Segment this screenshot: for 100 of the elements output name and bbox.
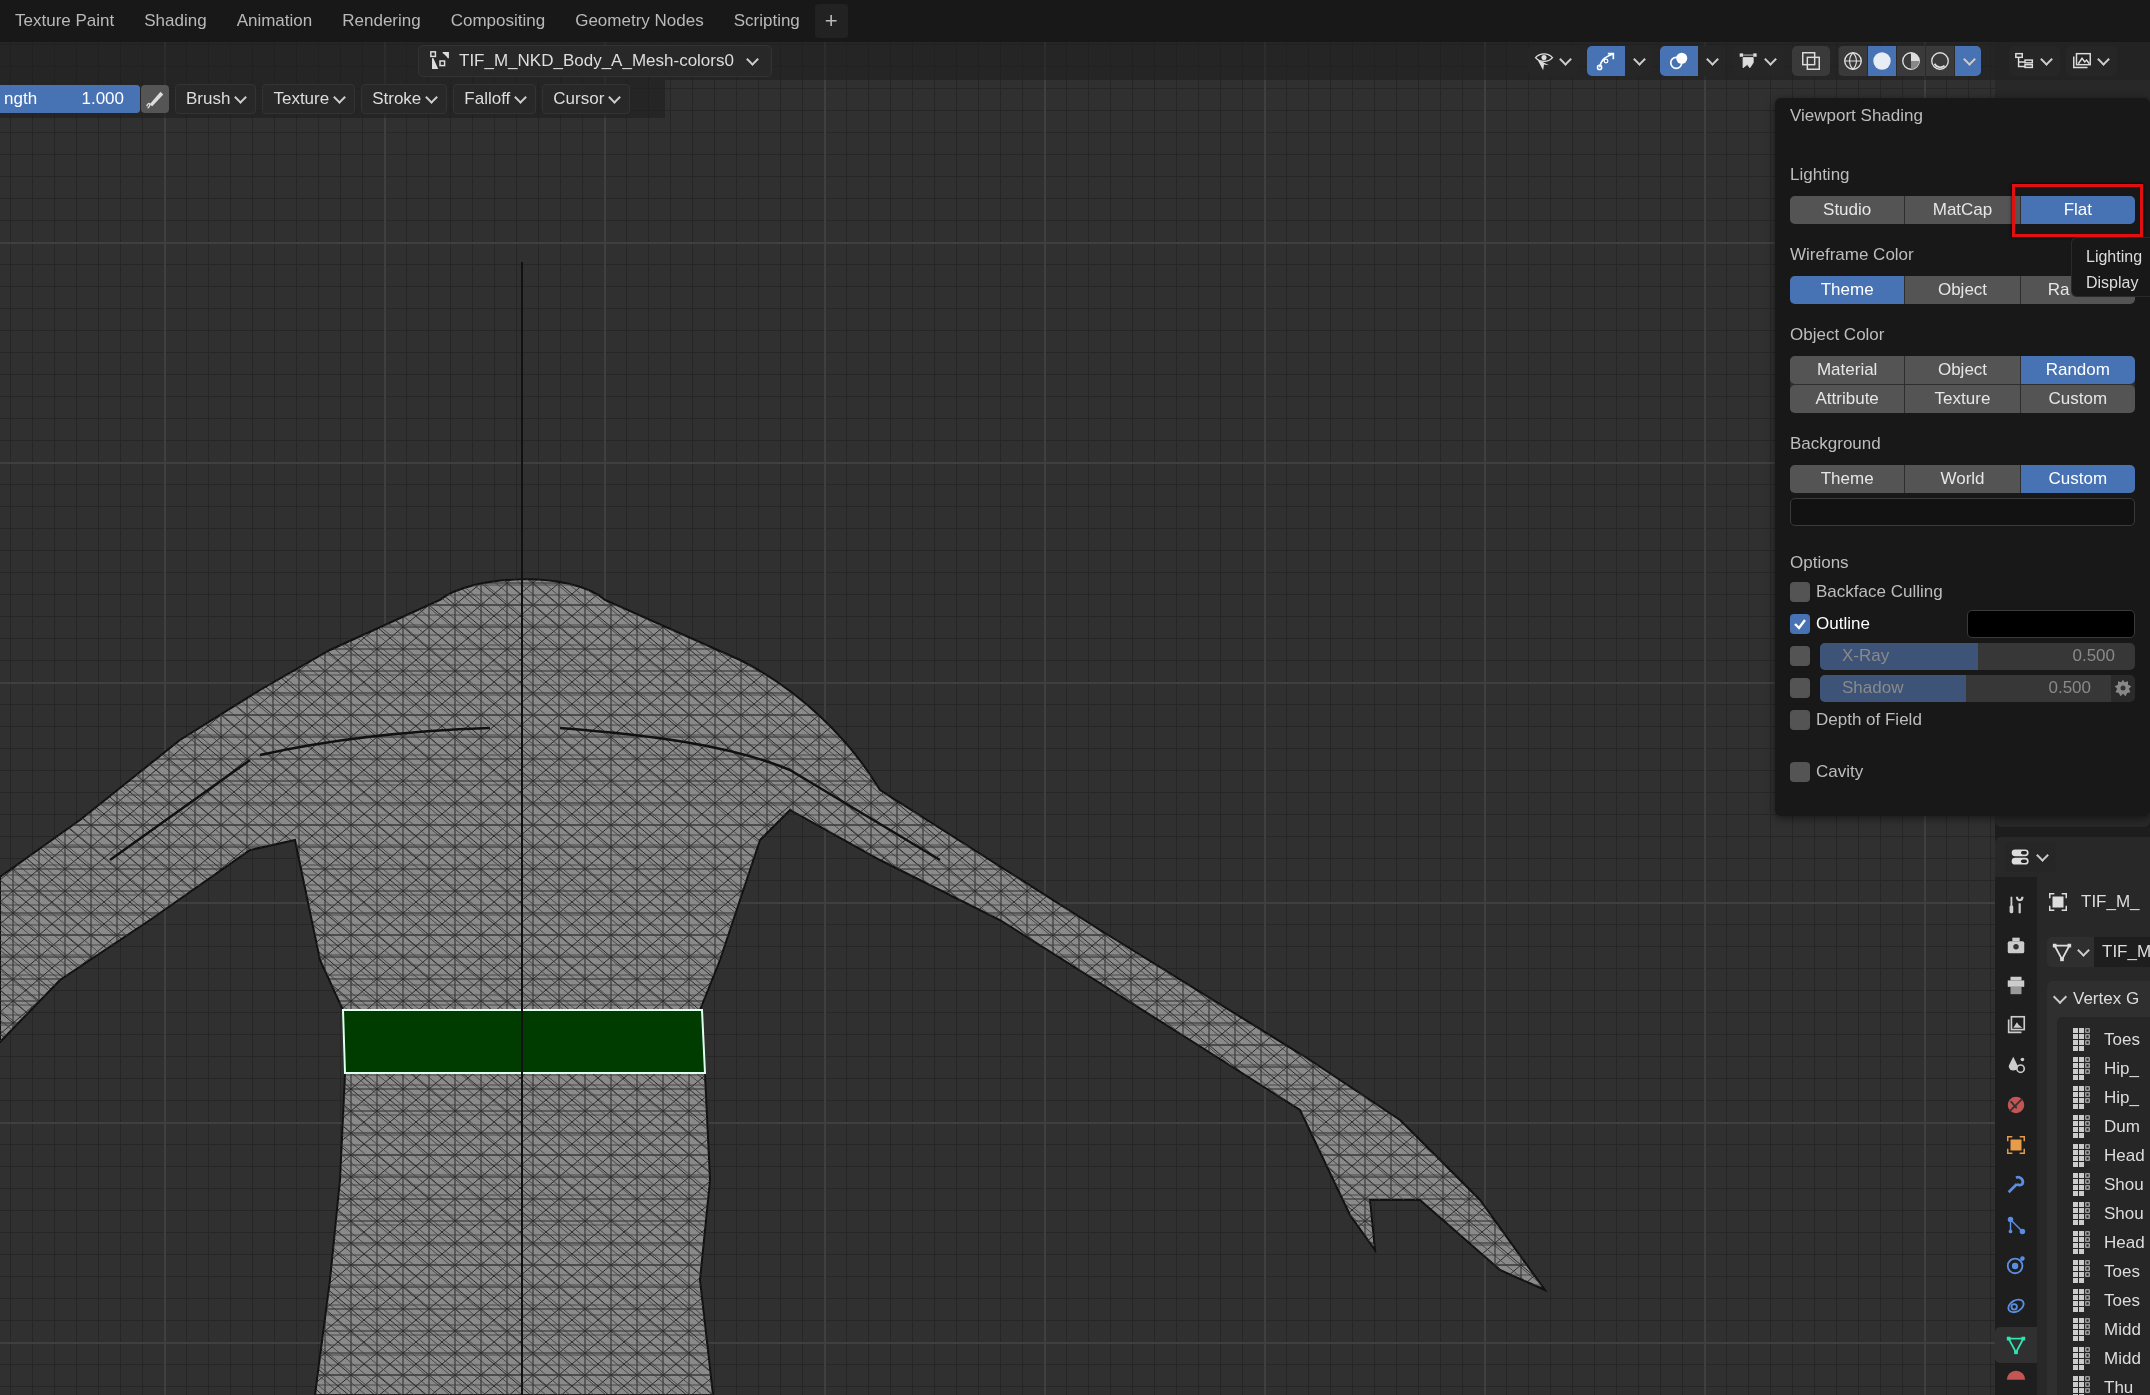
mesh-selector[interactable]: TIF_M_NKD_Body_A_Mesh-colors0 xyxy=(418,45,772,77)
vertex-group-icon xyxy=(2073,1144,2090,1167)
list-item[interactable]: Shou xyxy=(2057,1170,2150,1199)
vertex-group-icon xyxy=(2073,1202,2090,1225)
list-item[interactable]: Shou xyxy=(2057,1199,2150,1228)
color-swatch[interactable] xyxy=(1967,610,2135,638)
option-button[interactable]: Flat xyxy=(2020,196,2135,224)
workspace-tab[interactable]: Shading xyxy=(129,3,222,39)
menu-dropdown[interactable]: Stroke xyxy=(361,84,448,114)
option-button[interactable]: World xyxy=(1905,465,2020,493)
slider-value: 1.000 xyxy=(80,89,125,109)
section-label: Background xyxy=(1790,433,1881,455)
tool-icon xyxy=(2009,895,2024,915)
checkbox[interactable] xyxy=(1790,646,1810,666)
mesh-data-icon xyxy=(430,51,449,69)
list-item[interactable]: Hip_ xyxy=(2057,1054,2150,1083)
mesh-edit-icon xyxy=(1739,53,1757,69)
half-sphere-icon xyxy=(1902,52,1920,70)
curve-arrow-icon xyxy=(1596,52,1615,71)
triangle-vertices-icon xyxy=(2052,943,2072,962)
link-icon xyxy=(2007,1298,2025,1314)
option-button[interactable]: Object xyxy=(1905,276,2020,304)
workspace-tab[interactable]: Geometry Nodes xyxy=(560,3,719,39)
slider-label: X-Ray xyxy=(1841,646,1891,666)
add-workspace-button[interactable]: + xyxy=(814,4,848,38)
list-item[interactable]: Midd xyxy=(2057,1315,2150,1344)
drop-sphere-icon xyxy=(2008,1056,2026,1074)
workspace-tab[interactable]: Rendering xyxy=(327,3,436,39)
option-button[interactable]: Material xyxy=(1790,356,1905,384)
strength-slider[interactable]: ngth 1.000 xyxy=(0,85,140,113)
checkbox[interactable] xyxy=(1790,582,1810,602)
shading-options-button[interactable] xyxy=(1954,46,1981,76)
vertex-group-icon xyxy=(2073,1376,2090,1395)
color-field[interactable] xyxy=(1790,498,2135,526)
list-item[interactable]: Midd xyxy=(2057,1344,2150,1373)
vertex-group-icon xyxy=(2073,1057,2090,1080)
option-button[interactable]: Theme xyxy=(1790,465,1905,493)
workspace-tab[interactable]: Compositing xyxy=(435,3,561,39)
option-button[interactable]: Texture xyxy=(1905,385,2020,413)
menu-dropdown[interactable]: Texture xyxy=(262,84,356,114)
checkbox[interactable] xyxy=(1790,614,1810,634)
settings-button[interactable] xyxy=(2111,674,2135,702)
tree-icon xyxy=(2015,52,2034,69)
option-button[interactable]: Custom xyxy=(2020,465,2135,493)
vertex-group-icon xyxy=(2073,1086,2090,1109)
menu-dropdown[interactable]: Falloff xyxy=(453,84,537,114)
data-type-button[interactable] xyxy=(2047,937,2094,967)
images-icon xyxy=(2073,52,2091,69)
checkbox[interactable] xyxy=(1790,710,1810,730)
workspace-tab[interactable]: Texture Paint xyxy=(0,3,130,39)
menu-dropdown[interactable]: Brush xyxy=(175,84,257,114)
list-item[interactable]: Head xyxy=(2057,1228,2150,1257)
checkbox[interactable] xyxy=(1790,762,1810,782)
slider-label: Shadow xyxy=(1841,678,1905,698)
checkbox[interactable] xyxy=(1790,678,1810,698)
slider-value: 0.500 xyxy=(2047,678,2092,698)
list-item[interactable]: Toes xyxy=(2057,1025,2150,1054)
dropdown-button[interactable] xyxy=(1698,46,1725,76)
gizmo-toggle[interactable] xyxy=(1587,46,1625,76)
panel-header[interactable]: Vertex G xyxy=(2047,981,2150,1017)
list-item[interactable]: Dum xyxy=(2057,1112,2150,1141)
menu-dropdown[interactable]: Cursor xyxy=(542,84,631,114)
object-name: TIF_M_ xyxy=(2081,892,2140,912)
shading-mode-button[interactable] xyxy=(1867,46,1896,76)
eye-cursor-icon xyxy=(1534,53,1554,71)
workspace-tab[interactable]: Scripting xyxy=(718,3,815,39)
workspace-tab[interactable]: Animation xyxy=(221,3,328,39)
option-button[interactable]: Object xyxy=(1905,356,2020,384)
option-button[interactable]: Theme xyxy=(1790,276,1905,304)
option-button[interactable]: Custom xyxy=(2020,385,2135,413)
checkbox-label: Depth of Field xyxy=(1816,710,1922,730)
pressure-button[interactable] xyxy=(141,85,169,113)
vertex-group-icon xyxy=(2073,1289,2090,1312)
data-name-field[interactable]: TIF_M xyxy=(2094,937,2150,967)
overlay-toggle[interactable] xyxy=(1660,46,1698,76)
list-item[interactable]: Thu xyxy=(2057,1373,2150,1395)
wireframe-sphere-icon xyxy=(1844,52,1862,70)
slider-label: ngth xyxy=(3,89,39,109)
list-item[interactable]: Toes xyxy=(2057,1257,2150,1286)
option-button[interactable]: MatCap xyxy=(1905,196,2020,224)
option-button[interactable]: Attribute xyxy=(1790,385,1905,413)
option-button[interactable]: Random xyxy=(2020,356,2135,384)
solid-sphere-icon xyxy=(1873,52,1891,70)
pen-icon xyxy=(146,91,164,109)
xray-toggle[interactable] xyxy=(1792,46,1830,76)
camera-icon xyxy=(2007,937,2025,954)
checkbox-label: Outline xyxy=(1816,614,1870,634)
list-item[interactable]: Hip_ xyxy=(2057,1083,2150,1112)
option-button[interactable]: Studio xyxy=(1790,196,1905,224)
section-label: Options xyxy=(1790,552,1849,574)
vertex-group-icon xyxy=(2073,1115,2090,1138)
toggle-icon xyxy=(2011,849,2029,865)
square-icon xyxy=(2049,893,2067,911)
checkbox-label: Cavity xyxy=(1816,762,1864,782)
settings-icon xyxy=(2114,679,2132,697)
printer-icon xyxy=(2007,976,2025,995)
list-item[interactable]: Toes xyxy=(2057,1286,2150,1315)
globe-icon xyxy=(2007,1096,2025,1114)
properties-tab[interactable] xyxy=(1995,1327,2037,1363)
list-item[interactable]: Head xyxy=(2057,1141,2150,1170)
